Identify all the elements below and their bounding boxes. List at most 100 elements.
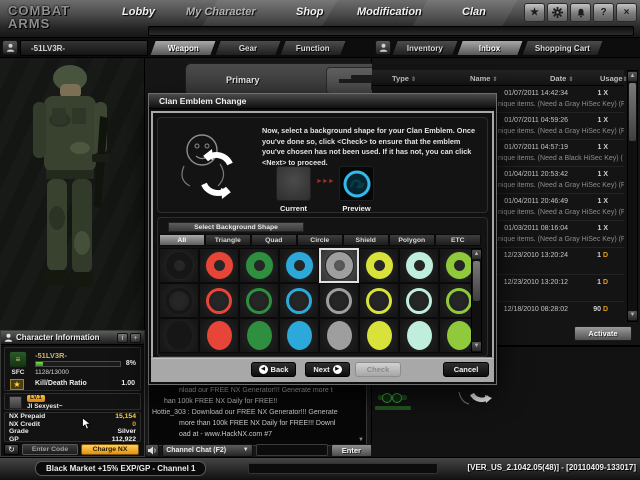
sort-icon: ⇕ [568,77,573,83]
swatch-fill-4[interactable] [319,318,359,353]
column-date[interactable]: Date ⇕ [550,74,573,83]
clan-box: LV.1 Jl Sexyest~ [4,393,141,410]
arrow-right-icons: ►►► [316,178,334,185]
swatch-thin-5[interactable] [359,283,399,318]
scroll-up-icon[interactable]: ▲ [628,72,637,81]
clan-emblem-placeholder [9,396,22,409]
swatch-thin-1[interactable] [199,283,239,318]
tab-weapon[interactable]: Weapon [149,40,217,56]
row-usage: 1 D [597,279,608,286]
shape-tab-shield[interactable]: Shield [343,234,389,246]
close-icon[interactable]: × [616,3,637,22]
swatch-shape [246,252,273,279]
swatch-shape [166,252,193,279]
swatch-thick-1[interactable] [199,248,239,283]
swatch-thick-3[interactable] [279,248,319,283]
charge-nx-button[interactable]: Charge NX [81,444,139,455]
swatch-thick-5[interactable] [359,248,399,283]
dialog-instructions: Now, select a background shape for your … [262,126,484,168]
chat-line: oad at - www.HackNX.com #7 [149,429,366,440]
swatch-thin-6[interactable] [399,283,439,318]
swatch-fill-1[interactable] [199,318,239,353]
row-date: 12/18/2010 08:28:02 [504,306,568,313]
stat-label: NX Prepaid [9,413,45,421]
scrollbar-thumb[interactable] [629,83,636,141]
swatch-fill-5[interactable] [359,318,399,353]
stat-value: 112,922 [112,436,136,444]
swatch-scrollbar[interactable]: ▲ ▼ [471,248,482,353]
inbox-scrollbar[interactable]: ▲ ▼ [627,70,638,322]
swatch-shape [206,288,232,314]
column-type[interactable]: Type ⇕ [392,74,416,83]
enter-code-button[interactable]: Enter Code [22,444,78,455]
bell-icon[interactable] [570,3,591,22]
check-button-disabled[interactable]: Check [355,362,401,377]
swatch-fill-2[interactable] [239,318,279,353]
star-icon[interactable]: ★ [524,3,545,22]
shape-tab-quad[interactable]: Quad [251,234,297,246]
tab-inventory[interactable]: Inventory [391,40,459,56]
speaker-icon[interactable] [145,444,159,457]
swatch-thin-2[interactable] [239,283,279,318]
tab-function[interactable]: Function [279,40,347,56]
nav-item-clan[interactable]: Clan [462,6,486,18]
activate-button[interactable]: Activate [574,326,632,341]
swatch-thick-6[interactable] [399,248,439,283]
next-button[interactable]: Next▶ [305,362,350,377]
shape-tab-polygon[interactable]: Polygon [389,234,435,246]
tab-gear[interactable]: Gear [214,40,282,56]
shape-tab-all[interactable]: All [159,234,205,246]
swatch-thin-4[interactable] [319,283,359,318]
scroll-up-icon[interactable]: ▲ [472,250,481,259]
nav-item-shop[interactable]: Shop [296,6,324,18]
swatch-thick-0[interactable] [159,248,199,283]
swatch-thin-3[interactable] [279,283,319,318]
stat-value: Silver [117,428,136,436]
row-usage: 90 D [593,306,608,313]
gear-icon[interactable] [547,3,568,22]
row-usage: 1 X [597,117,608,124]
swatch-thick-4-selected[interactable] [319,248,359,283]
character-info-title: Character Information [16,333,100,342]
friend-info-icon[interactable]: i [117,333,128,343]
tab-label: Gear [239,44,257,53]
scrollbar-thumb[interactable] [473,261,480,301]
chat-input[interactable] [256,444,328,456]
shape-tab-etc[interactable]: ETC [435,234,481,246]
column-name[interactable]: Name ⇕ [470,74,498,83]
row-date: 01/03/2011 08:16:04 [504,225,568,232]
column-usage[interactable]: Usage⇕ [600,74,628,83]
tab-inbox[interactable]: Inbox [456,40,524,56]
help-icon[interactable]: ? [593,3,614,22]
nav-item-lobby[interactable]: Lobby [122,6,155,18]
scroll-down-icon[interactable]: ▼ [472,342,481,351]
chat-enter-button[interactable]: Enter [331,444,372,457]
swatch-shape [167,321,192,350]
refresh-icon[interactable]: ↻ [4,444,19,455]
nav-item-my-character[interactable]: My Character [186,6,256,18]
swatch-fill-0[interactable] [159,318,199,353]
scroll-down-icon[interactable]: ▼ [628,311,637,320]
row-desc: nique items. (Need a Gray HiSec Key) (F [498,101,624,108]
usage-qty: 90 [593,306,603,313]
shape-tab-circle[interactable]: Circle [297,234,343,246]
stat-row: GP112,922 [5,436,140,444]
add-friend-icon[interactable]: + [130,333,141,343]
nav-sub-strip [148,26,634,36]
usage-unit: X [603,198,608,205]
chat-channel-label: Channel Chat (F2) [166,447,226,454]
swatch-thin-0[interactable] [159,283,199,318]
back-button[interactable]: ◀Back [251,362,296,377]
swatch-fill-6[interactable] [399,318,439,353]
row-usage: 1 D [597,252,608,259]
cancel-button[interactable]: Cancel [443,362,489,377]
tab-shopping-cart[interactable]: Shopping Cart [521,40,604,56]
nav-item-modification[interactable]: Modification [357,6,422,18]
shape-tab-triangle[interactable]: Triangle [205,234,251,246]
swatch-thick-2[interactable] [239,248,279,283]
chat-channel-dropdown[interactable]: Channel Chat (F2) ▼ [162,444,252,457]
sort-icon: ⇕ [493,77,498,83]
clan-emblem-change-dialog: Clan Emblem Change Now, [148,93,497,385]
level-badge: LV.1 [27,395,45,402]
swatch-fill-3[interactable] [279,318,319,353]
